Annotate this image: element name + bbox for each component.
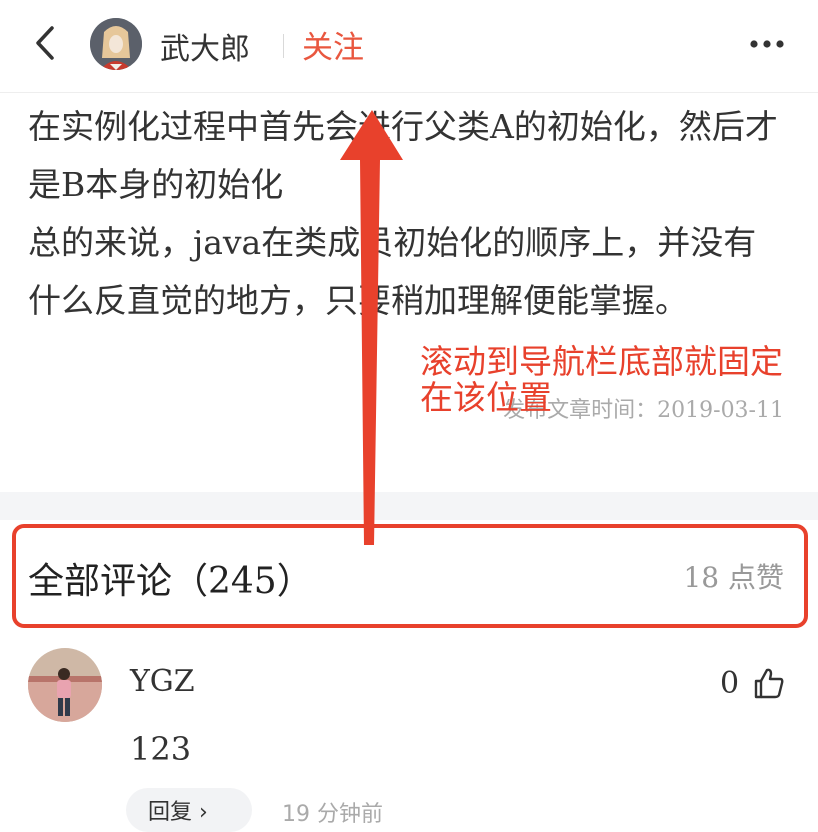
author-avatar-image	[90, 18, 142, 70]
article-paragraph: 总的来说，java在类成员初始化的顺序上，并没有什么反直觉的地方，只要稍加理解便…	[28, 223, 757, 320]
comment-item: YGZ 0 123 回复 › 19 分钟前	[0, 640, 818, 832]
thumbs-up-icon	[754, 668, 784, 699]
author-avatar[interactable]	[90, 18, 142, 70]
section-separator	[0, 492, 818, 520]
comment-like-button[interactable]	[752, 666, 786, 700]
back-icon	[36, 26, 54, 60]
publish-time: 发布文章时间：2019-03-11	[503, 398, 784, 423]
comment-text: 123	[130, 730, 192, 768]
more-button[interactable]	[748, 36, 788, 56]
article-like-count: 18 点赞	[683, 561, 784, 594]
article-paragraph: 在实例化过程中首先会进行父类A的初始化，然后才是B本身的初始化	[28, 107, 778, 204]
commenter-avatar-image	[28, 648, 102, 722]
comments-title: 全部评论（245）	[28, 561, 313, 602]
reply-label: 回复 ›	[148, 800, 208, 825]
header-divider	[283, 34, 284, 58]
more-icon	[750, 40, 784, 48]
reply-button[interactable]: 回复 ›	[126, 788, 252, 832]
comments-header: 全部评论（245） 18 点赞	[0, 520, 818, 630]
author-name[interactable]: 武大郎	[160, 24, 250, 68]
commenter-avatar[interactable]	[28, 648, 102, 722]
comment-time: 19 分钟前	[282, 802, 383, 827]
back-button[interactable]	[28, 20, 68, 66]
article-body: 在实例化过程中首先会进行父类A的初始化，然后才是B本身的初始化 总的来说，jav…	[28, 98, 788, 330]
commenter-name[interactable]: YGZ	[130, 664, 195, 699]
comment-like-count: 0	[720, 666, 740, 701]
follow-button[interactable]: 关注	[302, 22, 364, 67]
top-nav-bar: 武大郎 关注	[0, 0, 818, 93]
